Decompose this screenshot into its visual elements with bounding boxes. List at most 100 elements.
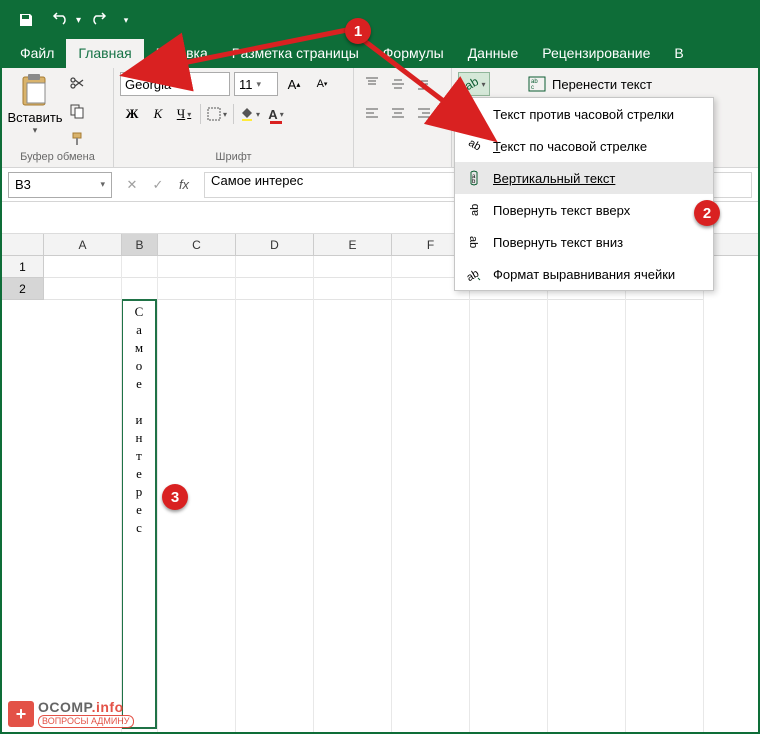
tab-review[interactable]: Рецензирование [530, 39, 662, 68]
tab-file[interactable]: Файл [8, 39, 66, 68]
col-header-A[interactable]: A [44, 234, 122, 255]
menu-text-vertical[interactable]: ab Вертикальный текст [455, 162, 713, 194]
cell[interactable] [44, 256, 122, 278]
group-font: Georgia▾ 11▾ A▴ A▾ Ж К Ч [114, 68, 354, 167]
svg-text:ab: ab [467, 236, 479, 248]
menu-label: Формат выравнивания ячейки [493, 267, 675, 282]
rotate-up-icon: ab [465, 201, 483, 219]
tab-insert[interactable]: Вставка [144, 39, 220, 68]
row-header-2[interactable]: 2 [2, 278, 44, 300]
decrease-font-button[interactable]: A▾ [310, 72, 334, 96]
svg-text:ab: ab [466, 268, 481, 282]
cell[interactable] [314, 278, 392, 300]
menu-label: Повернуть текст вниз [493, 235, 623, 250]
align-middle-button[interactable] [386, 72, 410, 96]
increase-font-button[interactable]: A▴ [282, 72, 306, 96]
watermark-sub: ВОПРОСЫ АДМИНУ [38, 715, 134, 728]
cell[interactable] [158, 256, 236, 278]
menu-label: Текст против часовой стрелки [493, 107, 674, 122]
insert-function-button[interactable]: fx [172, 173, 196, 197]
tab-view-cut[interactable]: В [662, 39, 695, 68]
orientation-button[interactable]: ab ▾ [458, 72, 490, 96]
redo-icon [91, 12, 107, 28]
cell[interactable] [122, 278, 158, 300]
callout-badge-2: 2 [694, 200, 720, 226]
cut-button[interactable] [66, 72, 88, 94]
font-size-combo[interactable]: 11▾ [234, 72, 278, 96]
accept-formula-button[interactable]: ✓ [146, 173, 170, 197]
align-center-icon [390, 106, 406, 122]
undo-icon [52, 12, 68, 28]
font-color-button[interactable]: A [264, 102, 288, 126]
name-box[interactable]: B3 ▾ [8, 172, 112, 198]
copy-button[interactable] [66, 100, 88, 122]
menu-text-ccw[interactable]: ab Текст против часовой стрелки [455, 98, 713, 130]
menu-text-cw[interactable]: ab Текст по часовой стрелке [455, 130, 713, 162]
svg-text:ab: ab [469, 204, 481, 216]
col-header-D[interactable]: D [236, 234, 314, 255]
align-right-button[interactable] [412, 102, 436, 126]
cell[interactable] [44, 278, 122, 300]
watermark-suffix: .info [92, 699, 124, 715]
align-bottom-button[interactable] [412, 72, 436, 96]
cell[interactable] [236, 256, 314, 278]
align-center-button[interactable] [386, 102, 410, 126]
menu-format-alignment[interactable]: ab Формат выравнивания ячейки [455, 258, 713, 290]
cell[interactable] [314, 256, 392, 278]
svg-text:ab: ab [466, 138, 482, 153]
watermark-brand: OCOMP [38, 699, 92, 715]
vertical-cell-text: Самое интерес [127, 303, 151, 539]
undo-dropdown[interactable]: ▾ [76, 15, 81, 26]
fill-color-button[interactable] [238, 102, 262, 126]
tab-data[interactable]: Данные [456, 39, 531, 68]
menu-rotate-up[interactable]: ab Повернуть текст вверх [455, 194, 713, 226]
undo-button[interactable] [44, 6, 76, 34]
bucket-icon [240, 107, 254, 121]
align-middle-icon [390, 76, 406, 92]
cell[interactable] [236, 278, 314, 300]
vertical-text-icon: ab [465, 169, 483, 187]
tab-formulas[interactable]: Формулы [371, 39, 456, 68]
cell[interactable] [122, 256, 158, 278]
active-cell[interactable]: Самое интерес [121, 299, 157, 729]
col-header-C[interactable]: C [158, 234, 236, 255]
group-title-clipboard: Буфер обмена [8, 151, 107, 165]
rotate-ccw-icon: ab [465, 105, 483, 123]
border-button[interactable] [205, 102, 229, 126]
spreadsheet-grid[interactable]: ABCDEFGHI 12 Самое интерес [2, 234, 758, 732]
tab-pagelayout[interactable]: Разметка страницы [220, 39, 371, 68]
align-left-button[interactable] [360, 102, 384, 126]
customize-qat-button[interactable]: ▾ [117, 6, 135, 34]
scissors-icon [69, 75, 85, 91]
chevron-down-icon: ▾ [33, 125, 38, 136]
group-clipboard: Вставить ▾ Буфер обмена [2, 68, 114, 167]
format-painter-button[interactable] [66, 128, 88, 150]
separator [200, 104, 201, 124]
col-header-E[interactable]: E [314, 234, 392, 255]
tab-home[interactable]: Главная [66, 39, 143, 68]
row-header-1[interactable]: 1 [2, 256, 44, 278]
chevron-down-icon: ▾ [257, 79, 262, 90]
cancel-formula-button[interactable]: ✕ [120, 173, 144, 197]
redo-button[interactable] [83, 6, 115, 34]
paste-button[interactable]: Вставить ▾ [8, 72, 62, 150]
underline-button[interactable]: Ч [172, 102, 196, 126]
select-all-corner[interactable] [2, 234, 44, 255]
border-icon [207, 107, 221, 121]
col-header-B[interactable]: B [122, 234, 158, 255]
menu-rotate-down[interactable]: ab Повернуть текст вниз [455, 226, 713, 258]
save-icon [18, 12, 34, 28]
save-button[interactable] [10, 6, 42, 34]
font-name-combo[interactable]: Georgia▾ [120, 72, 230, 96]
cell[interactable] [158, 278, 236, 300]
x-icon: ✕ [127, 177, 138, 193]
formula-value: Самое интерес [211, 173, 303, 188]
italic-button[interactable]: К [146, 102, 170, 126]
svg-text:c: c [531, 85, 534, 91]
bold-button[interactable]: Ж [120, 102, 144, 126]
wrap-text-button[interactable]: abc Перенести текст [522, 72, 658, 96]
separator [233, 104, 234, 124]
align-left-icon [364, 106, 380, 122]
orientation-menu: ab Текст против часовой стрелки ab Текст… [454, 97, 714, 291]
align-top-button[interactable] [360, 72, 384, 96]
